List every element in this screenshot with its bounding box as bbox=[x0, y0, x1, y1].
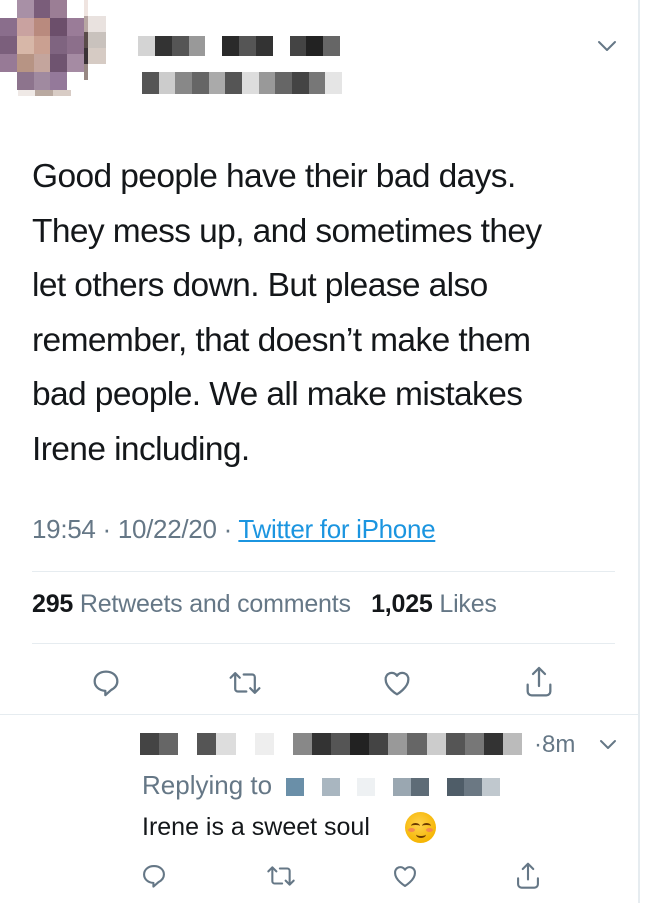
author-handle-censored[interactable] bbox=[142, 72, 342, 94]
divider bbox=[32, 643, 615, 644]
share-icon[interactable] bbox=[514, 860, 542, 892]
blushing-smile-emoji-icon bbox=[405, 812, 436, 843]
chevron-down-icon[interactable] bbox=[598, 738, 618, 752]
retweets-count: 295 bbox=[32, 590, 74, 618]
reply-icon[interactable] bbox=[90, 667, 122, 699]
replying-to-label: Replying to bbox=[142, 770, 273, 800]
tweet-metadata: 19:54 · 10/22/20 · Twitter for iPhone bbox=[32, 514, 436, 545]
tweet-text: Good people have their bad days. They me… bbox=[32, 158, 542, 468]
replying-to-handle-censored[interactable] bbox=[286, 778, 500, 796]
tweet-source-link[interactable]: Twitter for iPhone bbox=[238, 514, 435, 544]
tweet-date: 10/22/20 bbox=[117, 514, 217, 544]
heart-icon[interactable] bbox=[380, 667, 414, 699]
chevron-down-icon[interactable] bbox=[596, 38, 618, 54]
tweet-stats: 295 Retweets and comments 1,025 Likes bbox=[32, 590, 497, 619]
likes-label: Likes bbox=[439, 590, 497, 618]
likes-count: 1,025 bbox=[371, 590, 433, 618]
retweets-label: Retweets and comments bbox=[79, 590, 351, 618]
tweet-time: 19:54 bbox=[32, 514, 96, 544]
reply-author-name-censored[interactable] bbox=[140, 733, 522, 755]
reply-icon[interactable] bbox=[140, 862, 168, 890]
separator-dot: · bbox=[223, 514, 239, 544]
divider bbox=[32, 571, 615, 572]
author-display-name-censored[interactable] bbox=[138, 36, 340, 56]
share-icon[interactable] bbox=[523, 664, 555, 700]
reply-timestamp: ·8m bbox=[534, 731, 576, 758]
separator-dot: · bbox=[102, 514, 118, 544]
likes-stat[interactable]: 1,025 Likes bbox=[371, 590, 497, 618]
divider bbox=[0, 714, 638, 715]
heart-icon[interactable] bbox=[390, 862, 420, 890]
retweets-stat[interactable]: 295 Retweets and comments bbox=[32, 590, 358, 618]
retweet-icon[interactable] bbox=[228, 667, 262, 699]
retweet-icon[interactable] bbox=[266, 862, 296, 890]
right-edge-border bbox=[638, 0, 640, 903]
reply-text: Irene is a sweet soul bbox=[142, 813, 370, 841]
